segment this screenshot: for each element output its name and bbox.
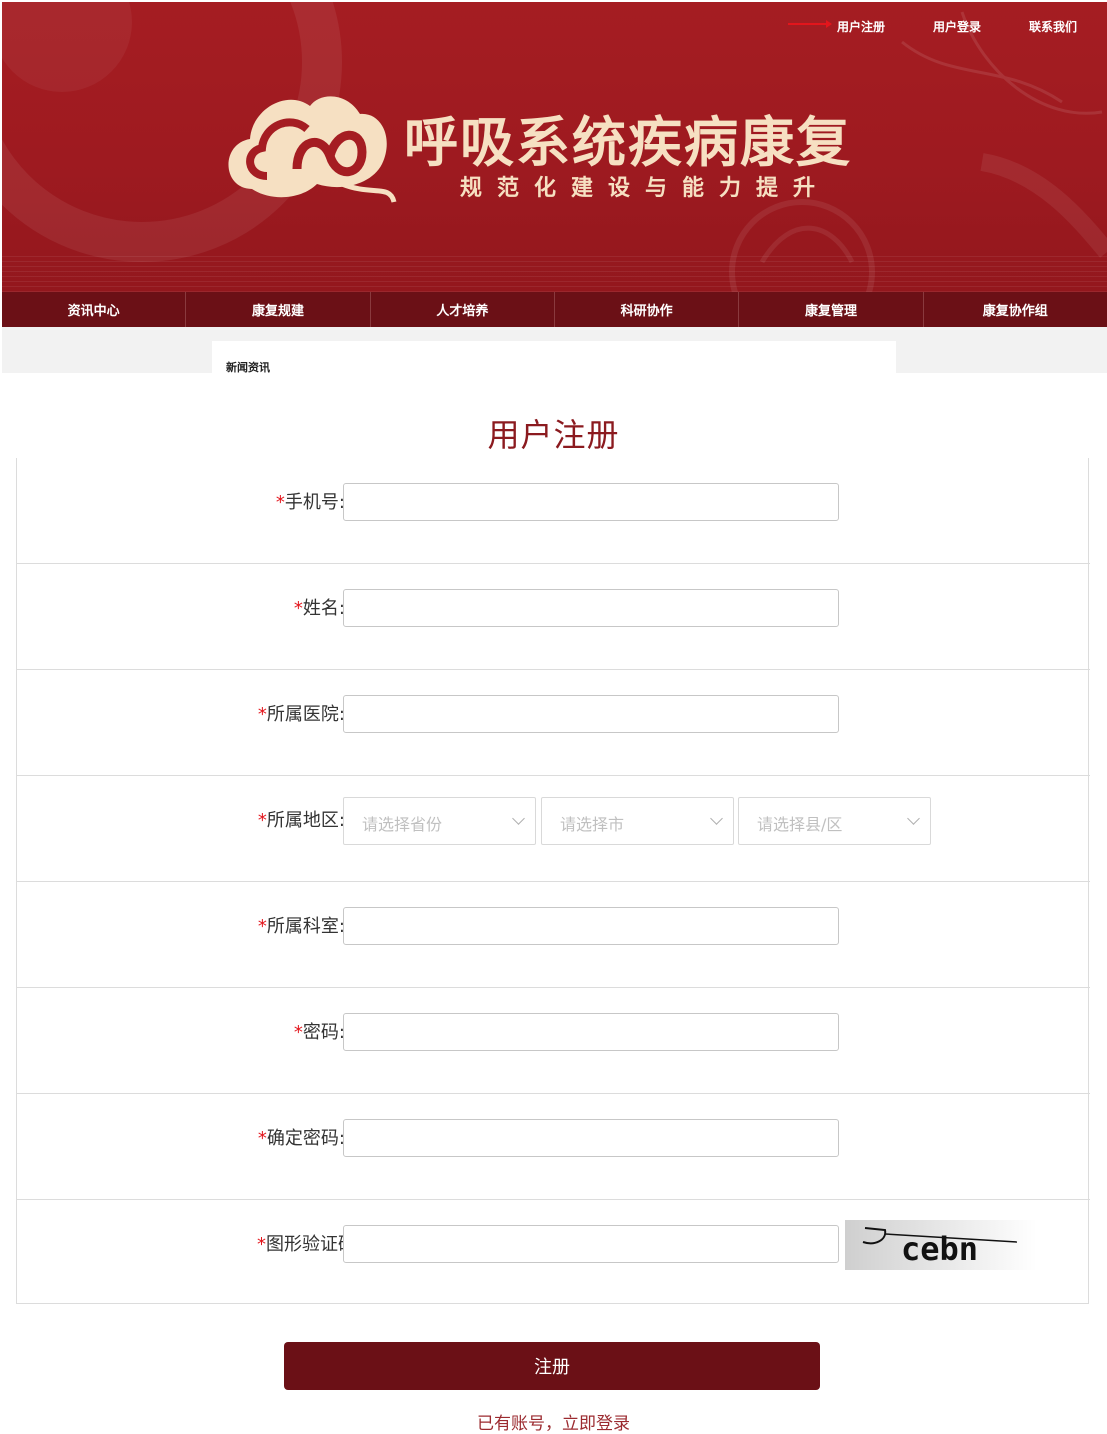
go-login-link[interactable]: 已有账号，立即登录 <box>0 1409 1107 1434</box>
form-row-region: *所属地区: 请选择省份 请选择市 请选择县/区 <box>17 776 1090 882</box>
captcha-image[interactable]: cebn <box>845 1220 1037 1270</box>
captcha-input[interactable] <box>343 1225 839 1263</box>
password-label: *密码: <box>293 1022 345 1043</box>
chevron-down-icon <box>710 812 723 825</box>
phone-input[interactable] <box>343 483 839 521</box>
site-subtitle: 规范化建设与能力提升 <box>460 176 831 201</box>
city-select[interactable]: 请选择市 <box>541 797 734 845</box>
site-header: 用户注册 用户登录 联系我们 呼吸系统疾病康复 规范化建设与能力提升 <box>2 2 1107 292</box>
form-row-name: *姓名: <box>17 564 1090 670</box>
confirm-password-label: *确定密码: <box>257 1128 345 1149</box>
city-placeholder: 请选择市 <box>560 815 625 834</box>
name-label: *姓名: <box>293 598 345 619</box>
password-input[interactable] <box>343 1013 839 1051</box>
required-mark: * <box>275 492 285 513</box>
cloud-logo-icon <box>228 96 397 203</box>
form-row-password: *密码: <box>17 988 1090 1094</box>
form-row-hospital: *所属医院: <box>17 670 1090 776</box>
site-title: 呼吸系统疾病康复 <box>404 110 852 174</box>
hospital-input[interactable] <box>343 695 839 733</box>
required-mark: * <box>257 916 267 937</box>
department-input[interactable] <box>343 907 839 945</box>
department-label: *所属科室: <box>257 916 345 937</box>
breadcrumb-news[interactable]: 新闻资讯 <box>226 359 270 375</box>
form-row-captcha: *图形验证码 cebn <box>17 1200 1090 1306</box>
main-nav: 资讯中心 康复规建 人才培养 科研协作 康复管理 康复协作组 <box>2 292 1107 327</box>
breadcrumb: 新闻资讯 <box>212 341 896 375</box>
required-mark: * <box>257 704 267 725</box>
nav-item-research-collab[interactable]: 科研协作 <box>555 292 740 327</box>
captcha-label: *图形验证码 <box>257 1234 356 1255</box>
county-placeholder: 请选择县/区 <box>757 815 843 834</box>
nav-item-talent-training[interactable]: 人才培养 <box>371 292 555 327</box>
province-select[interactable]: 请选择省份 <box>343 797 536 845</box>
page-title: 用户注册 <box>487 416 620 454</box>
contact-link[interactable]: 联系我们 <box>1029 18 1077 35</box>
hospital-label: *所属医院: <box>257 704 345 725</box>
required-mark: * <box>257 1128 267 1149</box>
county-select[interactable]: 请选择县/区 <box>738 797 931 845</box>
phone-label: *手机号: <box>275 492 345 513</box>
register-link[interactable]: 用户注册 <box>837 18 885 35</box>
form-row-confirm-password: *确定密码: <box>17 1094 1090 1200</box>
nav-item-rehab-group[interactable]: 康复协作组 <box>924 292 1107 327</box>
nav-item-rehab-construction[interactable]: 康复规建 <box>186 292 371 327</box>
header-stripes <box>2 256 1107 292</box>
region-label: *所属地区: <box>257 810 345 831</box>
top-links: 用户注册 用户登录 联系我们 <box>837 18 1077 35</box>
register-form: *手机号: *姓名: *所属医院: *所属地区: 请选择省份 请选择市 请选择县… <box>16 458 1090 1306</box>
nav-item-news-center[interactable]: 资讯中心 <box>2 292 187 327</box>
chevron-down-icon <box>512 812 525 825</box>
province-placeholder: 请选择省份 <box>362 815 443 834</box>
form-row-department: *所属科室: <box>17 882 1090 988</box>
arrow-pointer-icon <box>788 20 832 28</box>
required-mark: * <box>293 1022 303 1043</box>
register-button[interactable]: 注册 <box>284 1342 820 1390</box>
name-input[interactable] <box>343 589 839 627</box>
form-row-phone: *手机号: <box>17 458 1090 564</box>
required-mark: * <box>257 1234 266 1255</box>
required-mark: * <box>257 810 267 831</box>
nav-item-rehab-management[interactable]: 康复管理 <box>739 292 924 327</box>
login-link-top[interactable]: 用户登录 <box>933 18 981 35</box>
captcha-text: cebn <box>901 1230 978 1268</box>
chevron-down-icon <box>907 812 920 825</box>
required-mark: * <box>293 598 303 619</box>
confirm-password-input[interactable] <box>343 1119 839 1157</box>
